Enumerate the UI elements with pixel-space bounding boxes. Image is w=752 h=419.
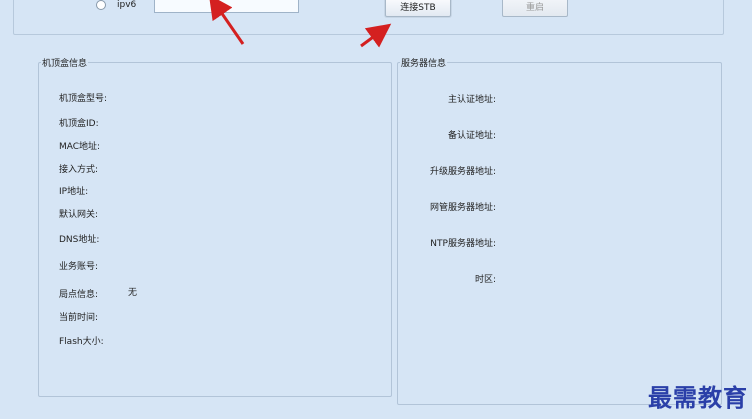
stb-info-title: 机顶盒信息 bbox=[42, 59, 88, 69]
mac-address-label: MAC地址: bbox=[59, 142, 101, 152]
site-info-value: 无 bbox=[128, 288, 138, 298]
timezone-label: 时区: bbox=[474, 275, 496, 285]
reboot-button[interactable]: 重启 bbox=[502, 0, 568, 17]
stb-model-label: 机顶盒型号: bbox=[59, 94, 108, 104]
ip-address-input[interactable] bbox=[154, 0, 299, 13]
ipv6-radio[interactable] bbox=[96, 0, 106, 10]
ipv6-radio-label: ipv6 bbox=[117, 0, 137, 10]
default-gateway-label: 默认网关: bbox=[59, 210, 99, 220]
server-info-group: 服务器信息 bbox=[397, 56, 722, 405]
primary-auth-address-label: 主认证地址: bbox=[447, 95, 496, 105]
server-info-title: 服务器信息 bbox=[401, 59, 447, 69]
site-info-label: 局点信息: bbox=[59, 290, 99, 300]
backup-auth-address-label: 备认证地址: bbox=[447, 131, 496, 141]
stb-id-label: 机顶盒ID: bbox=[59, 119, 99, 129]
upgrade-server-address-label: 升级服务器地址: bbox=[429, 167, 496, 177]
current-time-label: 当前时间: bbox=[59, 313, 99, 323]
watermark-logo: 最需教育 bbox=[648, 383, 748, 412]
service-account-label: 业务账号: bbox=[59, 262, 99, 272]
connect-stb-button[interactable]: 连接STB bbox=[385, 0, 451, 17]
dns-address-label: DNS地址: bbox=[59, 235, 100, 245]
ip-address-label: IP地址: bbox=[59, 187, 89, 197]
management-server-address-label: 网管服务器地址: bbox=[429, 203, 496, 213]
ntp-server-address-label: NTP服务器地址: bbox=[430, 239, 496, 249]
access-mode-label: 接入方式: bbox=[59, 165, 99, 175]
flash-size-label: Flash大小: bbox=[59, 337, 104, 347]
